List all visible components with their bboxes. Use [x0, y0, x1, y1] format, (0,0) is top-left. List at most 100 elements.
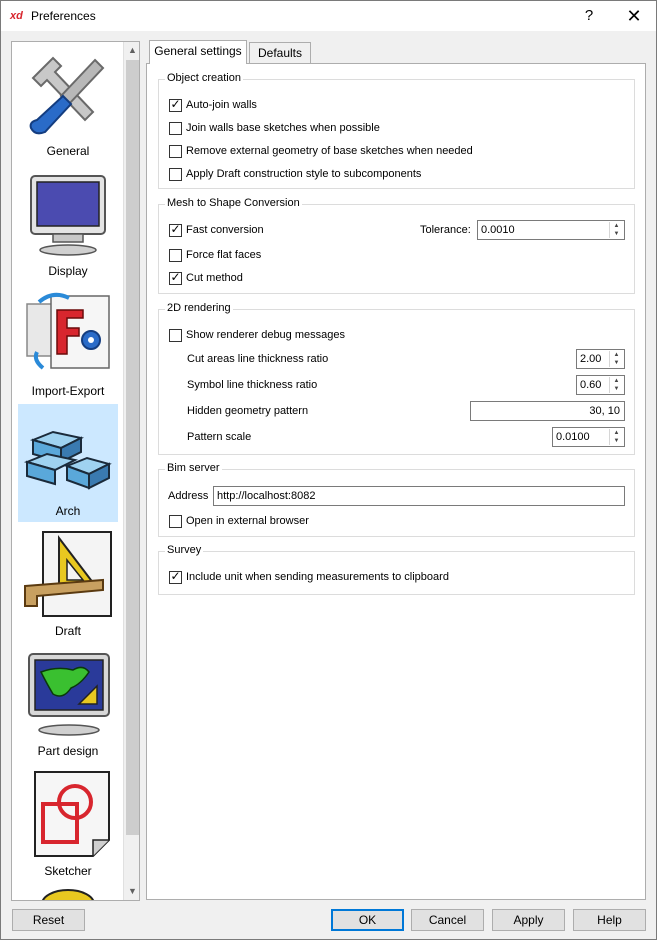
category-list[interactable]: General Display Import-Export Arch Draft…	[11, 41, 140, 901]
checkbox-label: Open in external browser	[186, 515, 309, 527]
checkbox-box[interactable]: ✓	[169, 270, 182, 285]
help-title-button[interactable]: ?	[574, 5, 604, 27]
checkbox-label: Fast conversion	[186, 224, 264, 236]
check-mark-icon: ✓	[170, 97, 181, 111]
checkbox-box[interactable]	[169, 122, 182, 135]
checkbox-box[interactable]	[169, 145, 182, 158]
spin-arrows[interactable]: ▲ ▼	[609, 377, 623, 393]
part-design-icon	[28, 653, 110, 736]
spin-down-icon[interactable]: ▼	[610, 359, 623, 367]
sidebar-item-draft[interactable]: Draft	[18, 524, 118, 642]
checkbox-box[interactable]	[169, 249, 182, 262]
checkbox-label: Join walls base sketches when possible	[186, 122, 380, 134]
checkbox-box[interactable]: ✓	[169, 569, 182, 584]
partial-icon	[41, 889, 95, 900]
preferences-window: xd Preferences ? ✕ General Display Impor…	[0, 0, 657, 940]
group-title: Bim server	[165, 462, 222, 474]
sidebar-item-label: Import-Export	[31, 384, 105, 398]
spin-up-icon[interactable]: ▲	[610, 222, 623, 230]
checkbox-box[interactable]: ✓	[169, 222, 182, 237]
symbol-ratio-value: 0.60	[580, 379, 602, 391]
ok-button[interactable]: OK	[331, 909, 404, 931]
hidden-pattern-value: 30, 10	[589, 405, 620, 417]
tolerance-label: Tolerance:	[420, 224, 471, 236]
checkbox-box[interactable]	[169, 168, 182, 181]
spin-down-icon[interactable]: ▼	[610, 230, 623, 238]
tolerance-value: 0.0010	[481, 224, 515, 236]
spin-arrows[interactable]: ▲ ▼	[609, 351, 623, 367]
check-mark-icon: ✓	[170, 222, 181, 236]
scroll-down-icon[interactable]: ▼	[124, 883, 139, 900]
spin-down-icon[interactable]: ▼	[610, 385, 623, 393]
tab-general-settings[interactable]: General settings	[149, 40, 247, 64]
help-button[interactable]: Help	[573, 909, 646, 931]
survey-group: Survey ✓ Include unit when sending measu…	[158, 544, 635, 595]
sidebar-item-label: Draft	[54, 624, 81, 638]
sidebar-item-label: General	[46, 144, 90, 158]
checkbox-label: Include unit when sending measurements t…	[186, 571, 449, 583]
sidebar-item-import-export[interactable]: Import-Export	[18, 284, 118, 402]
apply-button[interactable]: Apply	[492, 909, 565, 931]
cut-ratio-value: 2.00	[580, 353, 602, 365]
check-mark-icon: ✓	[170, 569, 181, 583]
title-bar: xd Preferences ? ✕	[1, 1, 656, 31]
window-title: Preferences	[31, 9, 96, 23]
sidebar-item-label: Display	[48, 264, 88, 278]
address-field[interactable]: http://localhost:8082	[213, 486, 625, 506]
mesh-conversion-group: Mesh to Shape Conversion ✓ Fast conversi…	[158, 197, 635, 294]
checkbox-label: Auto-join walls	[186, 99, 257, 111]
pattern-scale-value: 0.0100	[556, 431, 590, 443]
sidebar-item-general[interactable]: General	[18, 44, 118, 162]
hidden-pattern-field[interactable]: 30, 10	[470, 401, 625, 421]
reset-button[interactable]: Reset	[12, 909, 85, 931]
sidebar-item-partial	[18, 884, 118, 900]
sketcher-icon	[34, 771, 110, 857]
check-mark-icon: ✓	[170, 270, 181, 284]
spin-down-icon[interactable]: ▼	[610, 437, 623, 445]
cut-ratio-label: Cut areas line thickness ratio	[187, 353, 329, 365]
tolerance-spinbox[interactable]: 0.0010 ▲ ▼	[477, 220, 625, 240]
checkbox-label: Apply Draft construction style to subcom…	[186, 168, 422, 180]
group-title: Mesh to Shape Conversion	[165, 197, 302, 209]
spin-up-icon[interactable]: ▲	[610, 351, 623, 359]
address-label: Address	[168, 490, 209, 502]
app-logo: xd	[10, 10, 23, 22]
checkbox-label: Cut method	[186, 272, 243, 284]
symbol-ratio-label: Symbol line thickness ratio	[187, 379, 318, 391]
spin-arrows[interactable]: ▲ ▼	[609, 429, 623, 445]
address-value: http://localhost:8082	[217, 490, 316, 502]
cancel-button[interactable]: Cancel	[411, 909, 484, 931]
checkbox-box[interactable]	[169, 515, 182, 528]
import-export-icon	[26, 292, 110, 370]
wrench-screwdriver-icon	[29, 56, 105, 135]
rendering-2d-group: 2D rendering Show renderer debug message…	[158, 302, 635, 455]
object-creation-group: Object creation ✓ Auto-join walls Join w…	[158, 72, 635, 189]
bricks-icon	[23, 430, 112, 490]
spin-arrows[interactable]: ▲ ▼	[609, 222, 623, 238]
spin-up-icon[interactable]: ▲	[610, 377, 623, 385]
bim-server-group: Bim server Address http://localhost:8082…	[158, 462, 635, 537]
sidebar-item-label: Part design	[37, 744, 99, 758]
sidebar-item-part-design[interactable]: Part design	[18, 644, 118, 762]
symbol-ratio-spinbox[interactable]: 0.60 ▲ ▼	[576, 375, 625, 395]
checkbox-box[interactable]: ✓	[169, 97, 182, 112]
sidebar-item-sketcher[interactable]: Sketcher	[18, 764, 118, 882]
spin-up-icon[interactable]: ▲	[610, 429, 623, 437]
cut-ratio-spinbox[interactable]: 2.00 ▲ ▼	[576, 349, 625, 369]
sidebar-item-display[interactable]: Display	[18, 164, 118, 282]
scroll-thumb[interactable]	[126, 60, 139, 835]
sidebar-item-label: Arch	[55, 504, 81, 518]
checkbox-label: Force flat faces	[186, 249, 262, 261]
group-title: Survey	[165, 544, 204, 556]
scroll-up-icon[interactable]: ▲	[124, 42, 139, 59]
sidebar-scrollbar[interactable]: ▲ ▼	[123, 42, 139, 900]
sidebar-item-arch[interactable]: Arch	[18, 404, 118, 522]
group-title: Object creation	[165, 72, 243, 84]
tab-defaults[interactable]: Defaults	[249, 42, 311, 64]
checkbox-label: Show renderer debug messages	[186, 329, 345, 341]
hidden-pattern-label: Hidden geometry pattern	[187, 405, 309, 417]
draft-triangle-icon	[24, 531, 112, 617]
checkbox-box[interactable]	[169, 329, 182, 342]
pattern-scale-spinbox[interactable]: 0.0100 ▲ ▼	[552, 427, 625, 447]
close-button[interactable]: ✕	[619, 5, 649, 27]
